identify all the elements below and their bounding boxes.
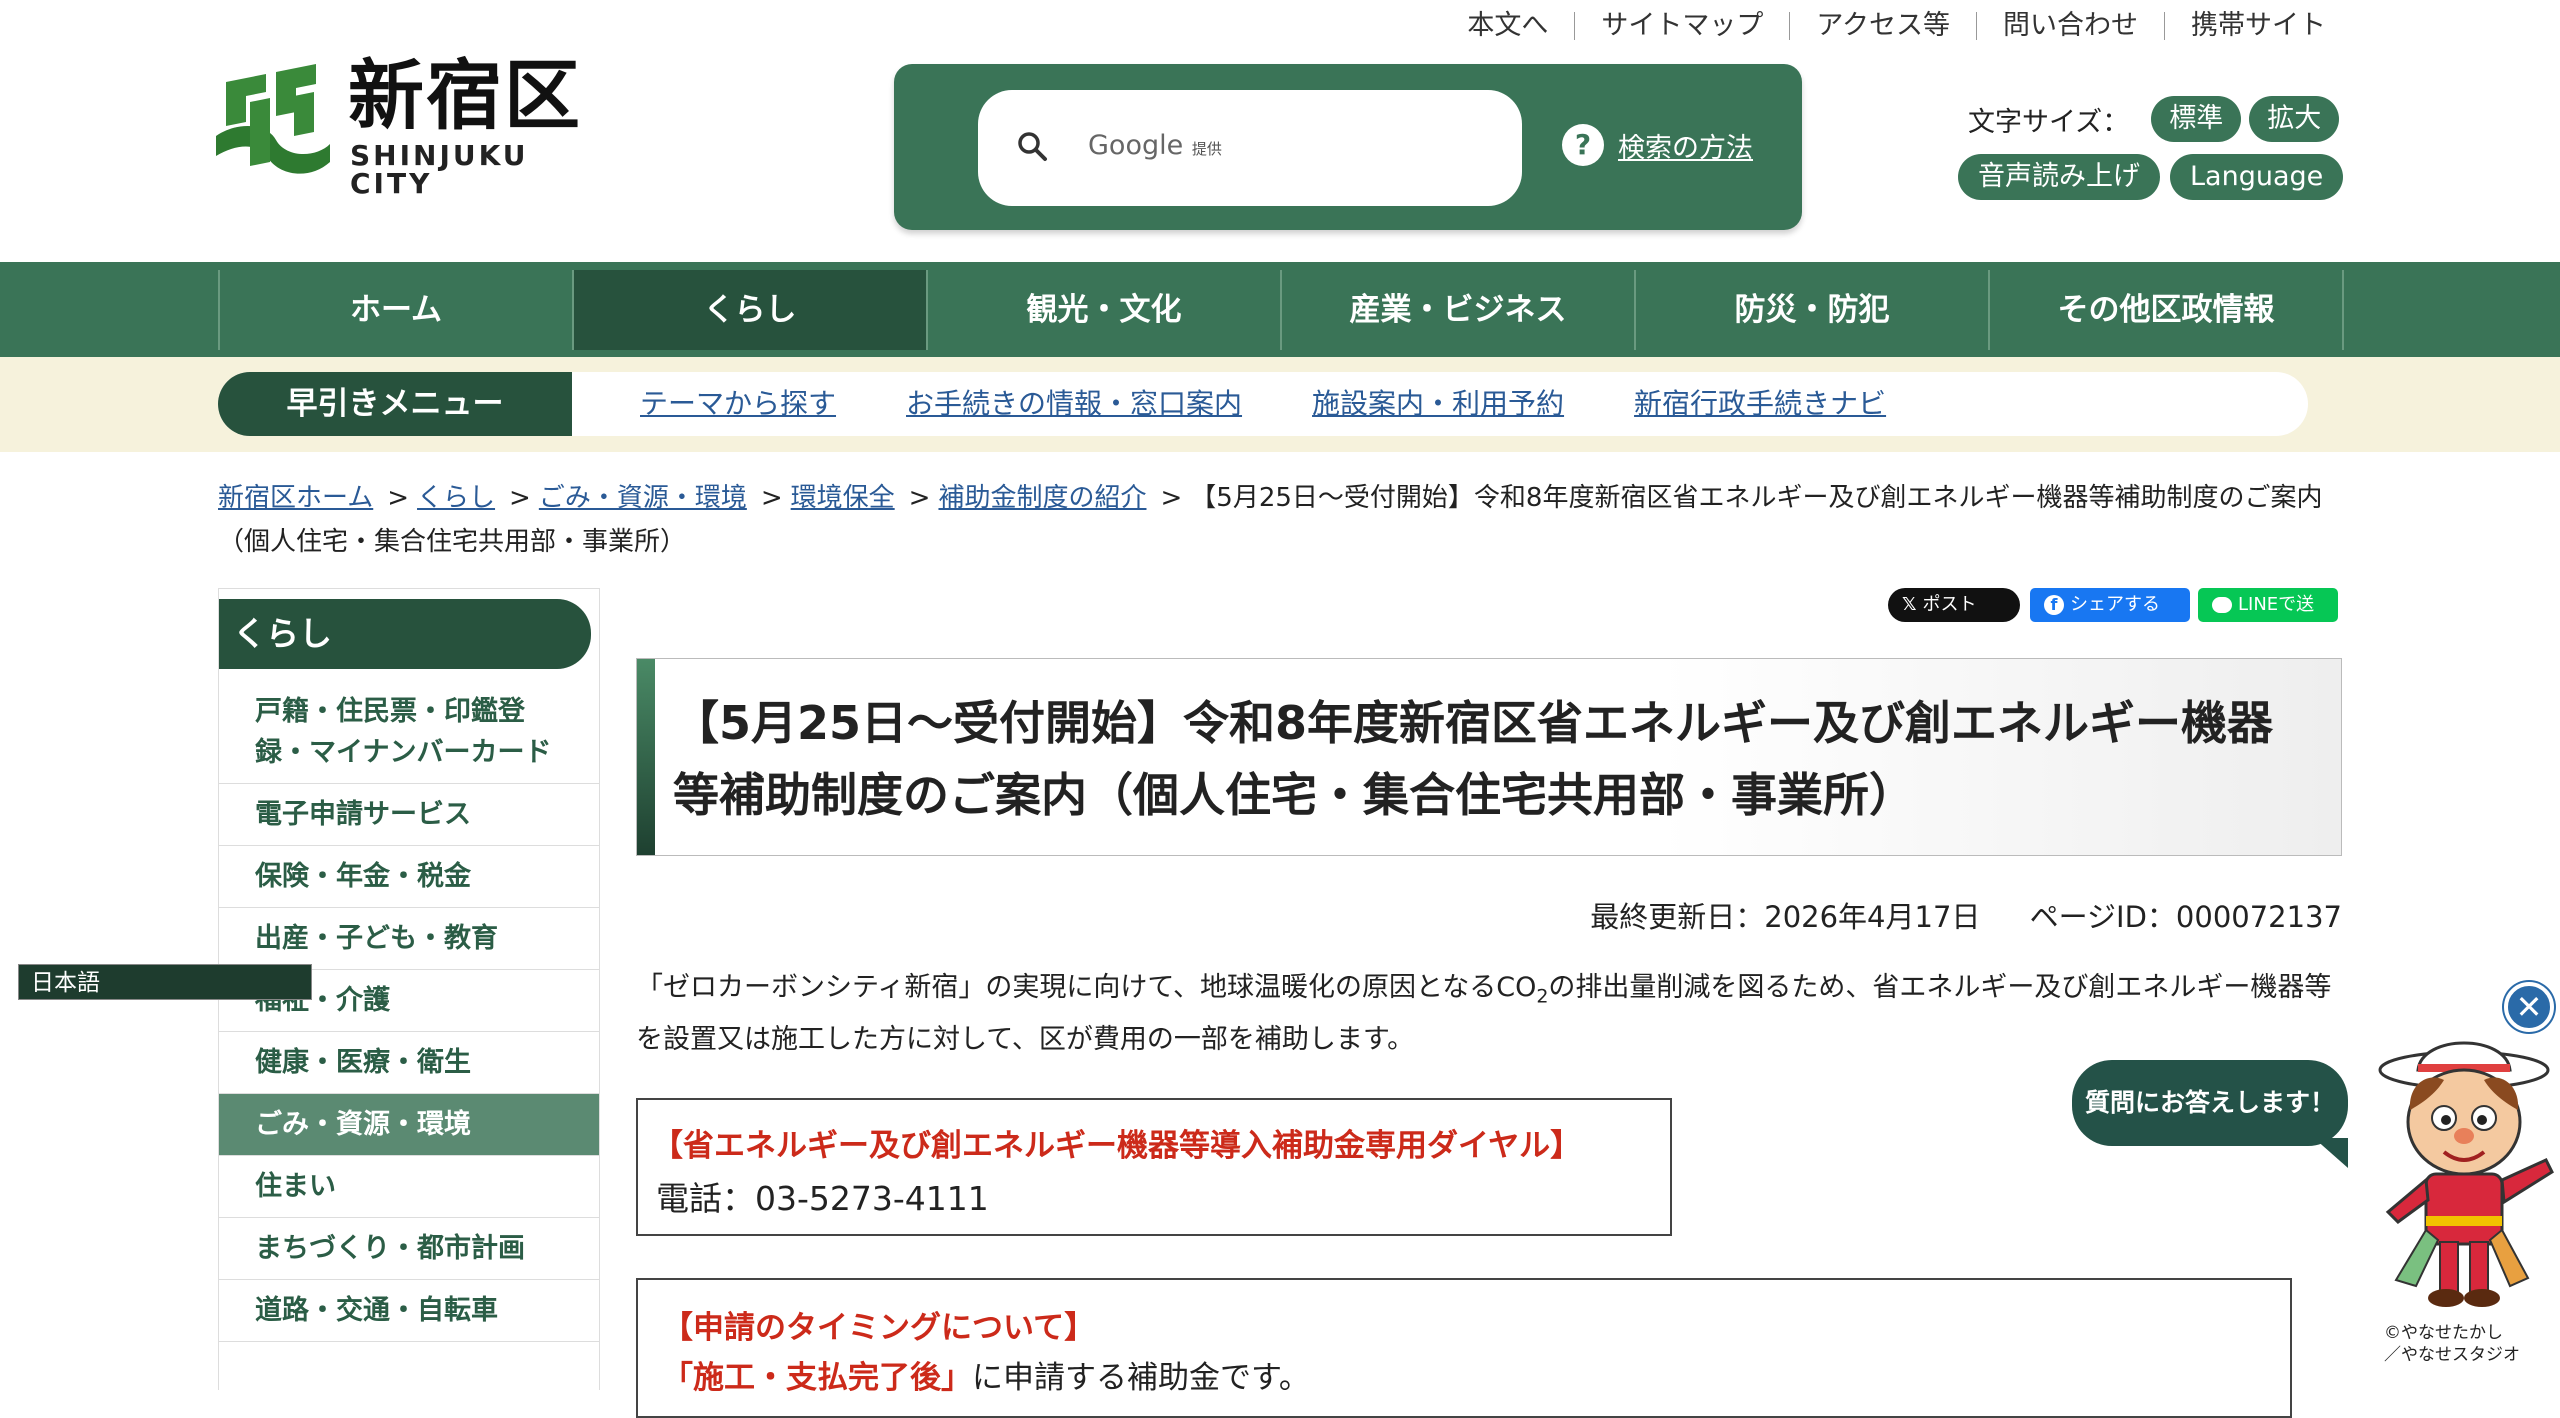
search-icon: [1018, 132, 1047, 161]
util-link-mobile[interactable]: 携帯サイト: [2164, 12, 2352, 40]
share-facebook-button[interactable]: f シェアする: [2030, 588, 2190, 622]
dial-heading: 【省エネルギー及び創エネルギー機器等導入補助金専用ダイヤル】: [652, 1128, 1582, 1164]
nav-disaster-crime[interactable]: 防災・防犯: [1634, 270, 1988, 350]
breadcrumb-link[interactable]: 環境保全: [791, 483, 895, 513]
page-meta: 最終更新日：2026年4月17日 ページID：000072137: [1550, 894, 2342, 936]
sidebar-item-environment[interactable]: ごみ・資源・環境: [219, 1094, 599, 1156]
facebook-icon: f: [2044, 595, 2064, 615]
text-size-large-button[interactable]: 拡大: [2249, 96, 2340, 142]
share-x-label: ポスト: [1922, 594, 1977, 615]
question-icon: ?: [1562, 124, 1604, 166]
quick-link-theme[interactable]: テーマから探す: [640, 372, 836, 436]
accessibility-buttons: 音声読み上げ Language: [1958, 154, 2353, 200]
share-x-button[interactable]: 𝕏 ポスト: [1888, 588, 2020, 622]
chatbot-character-icon[interactable]: [2368, 1030, 2558, 1318]
chatbot-close-icon[interactable]: ✕: [2504, 982, 2554, 1032]
sidebar-item-housing[interactable]: 住まい: [219, 1156, 599, 1218]
voice-reading-button[interactable]: 音声読み上げ: [1958, 154, 2160, 200]
sidebar-item-city-planning[interactable]: まちづくり・都市計画: [219, 1218, 599, 1280]
timing-heading: 【申請のタイミングについて】: [662, 1310, 1096, 1346]
sidebar-item-health[interactable]: 健康・医療・衛生: [219, 1032, 599, 1094]
search-input[interactable]: Google 提供: [978, 90, 1522, 206]
sidebar-item-e-application[interactable]: 電子申請サービス: [219, 784, 599, 846]
language-select[interactable]: 日本語: [18, 964, 312, 1000]
utility-links: 本文へ サイトマップ アクセス等 問い合わせ 携帯サイト: [1441, 6, 2352, 46]
last-updated: 最終更新日：2026年4月17日: [1590, 900, 1981, 934]
chatbot-bubble[interactable]: 質問にお答えします！: [2072, 1060, 2348, 1168]
share-facebook-label: シェアする: [2070, 594, 2160, 615]
sidebar-heading[interactable]: くらし: [219, 599, 591, 669]
quick-link-facilities[interactable]: 施設案内・利用予約: [1312, 372, 1564, 436]
nav-industry-business[interactable]: 産業・ビジネス: [1280, 270, 1634, 350]
sidebar-item-roads-traffic[interactable]: 道路・交通・自転車: [219, 1280, 599, 1342]
breadcrumb-link[interactable]: 補助金制度の紹介: [938, 483, 1146, 513]
intro-text: 「ゼロカーボンシティ新宿」の実現に向けて、地球温暖化の原因となるCO2の排出量削…: [636, 972, 2332, 1056]
google-label: Google: [1088, 130, 1184, 161]
language-button[interactable]: Language: [2170, 154, 2344, 200]
text-size-standard-button[interactable]: 標準: [2151, 96, 2242, 142]
nav-tourism-culture[interactable]: 観光・文化: [926, 270, 1280, 350]
shinjuku-emblem-icon: [216, 64, 330, 174]
sidebar-item-insurance-tax[interactable]: 保険・年金・税金: [219, 846, 599, 908]
breadcrumb-link[interactable]: くらし: [417, 483, 495, 513]
sidebar-item-family-register[interactable]: 戸籍・住民票・印鑑登録・マイナンバーカード: [219, 681, 599, 784]
quick-link-procedures[interactable]: お手続きの情報・窓口案内: [906, 372, 1242, 436]
quick-menu-bar: 早引きメニュー テーマから探す お手続きの情報・窓口案内 施設案内・利用予約 新…: [0, 357, 2560, 452]
page-title: 【5月25日～受付開始】令和8年度新宿区省エネルギー及び創エネルギー機器等補助制…: [673, 696, 2274, 822]
chatbot-credit: ©やなせたかし ／やなせスタジオ: [2384, 1323, 2520, 1365]
search-placeholder: Google 提供: [1088, 130, 1222, 165]
page-id: ページID：000072137: [2029, 900, 2342, 934]
search-help-label: 検索の方法: [1618, 132, 1753, 164]
quick-menu-title: 早引きメニュー: [218, 372, 572, 436]
logo-title: 新宿区: [348, 51, 582, 140]
breadcrumb-link[interactable]: ごみ・資源・環境: [539, 483, 747, 513]
share-line-button[interactable]: LINEで送る: [2198, 588, 2338, 649]
sidebar-item-childbirth-education[interactable]: 出産・子ども・教育: [219, 908, 599, 970]
text-size-label: 文字サイズ：: [1968, 106, 2130, 138]
line-icon: [2212, 597, 2232, 613]
text-size-control: 文字サイズ： 標準 拡大: [1968, 96, 2340, 142]
search-help-link[interactable]: ? 検索の方法: [1562, 124, 1753, 166]
title-accent-bar: [637, 659, 655, 855]
breadcrumb-link[interactable]: 新宿区ホーム: [218, 483, 373, 513]
dial-phone: 電話：03-5273-4111: [656, 1179, 989, 1218]
breadcrumb-current: 【5月25日～受付開始】令和8年度新宿区省エネルギー及び創エネルギー機器等補助制…: [218, 483, 2323, 557]
nav-home[interactable]: ホーム: [218, 270, 572, 350]
util-link-access[interactable]: アクセス等: [1789, 12, 1976, 40]
timing-info-box: 【申請のタイミングについて】 「施工・支払完了後」に申請する補助金です。: [636, 1278, 2292, 1418]
util-link-main[interactable]: 本文へ: [1441, 12, 1574, 40]
nav-other[interactable]: その他区政情報: [1988, 270, 2344, 350]
timing-emphasis: 「施工・支払完了後」: [662, 1360, 972, 1396]
global-nav: ホーム くらし 観光・文化 産業・ビジネス 防災・防犯 その他区政情報: [0, 262, 2560, 357]
nav-kurashi[interactable]: くらし: [572, 270, 926, 350]
x-icon: 𝕏: [1902, 594, 1917, 615]
page-title-box: 【5月25日～受付開始】令和8年度新宿区省エネルギー及び創エネルギー機器等補助制…: [636, 658, 2342, 856]
logo-subtitle: SHINJUKU CITY: [350, 139, 529, 200]
util-link-contact[interactable]: 問い合わせ: [1976, 12, 2164, 40]
site-logo[interactable]: 新宿区 SHINJUKU CITY: [206, 58, 586, 198]
search-panel: Google 提供 ? 検索の方法: [894, 64, 1802, 230]
breadcrumb: 新宿区ホーム > くらし > ごみ・資源・環境 > 環境保全 > 補助金制度の紹介 > 【5月25日…: [218, 483, 2323, 557]
quick-link-navi[interactable]: 新宿行政手続きナビ: [1634, 372, 1886, 436]
util-link-sitemap[interactable]: サイトマップ: [1574, 12, 1789, 40]
timing-text: 「施工・支払完了後」に申請する補助金です。: [662, 1360, 1310, 1396]
google-provided: 提供: [1191, 140, 1222, 158]
dial-info-box: 【省エネルギー及び創エネルギー機器等導入補助金専用ダイヤル】 電話：03-527…: [636, 1098, 1672, 1236]
